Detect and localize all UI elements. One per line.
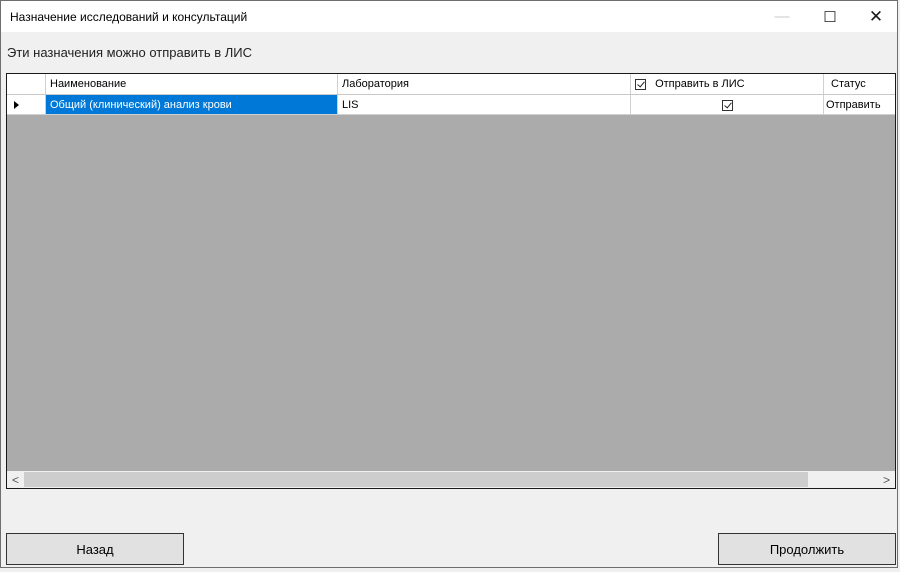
maximize-button[interactable]: ☐ xyxy=(807,1,853,32)
title-bar[interactable]: Назначение исследований и консультаций —… xyxy=(1,1,897,32)
horizontal-scrollbar[interactable]: < > xyxy=(7,471,895,488)
info-label: Эти назначения можно отправить в ЛИС xyxy=(7,45,253,60)
minimize-button[interactable]: — xyxy=(759,1,805,32)
column-header-name[interactable]: Наименование xyxy=(46,74,338,94)
grid-header: Наименование Лаборатория Отправить в ЛИС… xyxy=(7,74,895,95)
scroll-right-icon[interactable]: > xyxy=(878,471,895,488)
send-checkbox[interactable] xyxy=(721,99,733,111)
cell-name[interactable]: Общий (клинический) анализ крови xyxy=(46,95,338,115)
window-title: Назначение исследований и консультаций xyxy=(10,10,248,24)
column-header-status[interactable]: Статус xyxy=(824,74,895,94)
cell-send[interactable] xyxy=(631,95,824,115)
table-row[interactable]: Общий (клинический) анализ крови LIS Отп… xyxy=(7,95,895,115)
cell-lab[interactable]: LIS xyxy=(338,95,631,115)
current-row-arrow-icon xyxy=(14,101,19,109)
column-header-send-label: Отправить в ЛИС xyxy=(655,78,745,90)
back-button[interactable]: Назад xyxy=(6,533,184,565)
column-header-send[interactable]: Отправить в ЛИС xyxy=(631,74,824,94)
dialog-window: Назначение исследований и консультаций —… xyxy=(0,0,898,568)
scrollbar-thumb[interactable] xyxy=(24,472,808,487)
assignments-grid[interactable]: Наименование Лаборатория Отправить в ЛИС… xyxy=(6,73,896,489)
header-send-checkbox[interactable] xyxy=(635,78,646,90)
close-button[interactable]: ✕ xyxy=(853,1,899,32)
scroll-left-icon[interactable]: < xyxy=(7,471,24,488)
row-header[interactable] xyxy=(7,95,46,115)
row-header-corner xyxy=(7,74,46,94)
cell-status[interactable]: Отправить xyxy=(824,95,895,115)
continue-button[interactable]: Продолжить xyxy=(718,533,896,565)
column-header-lab[interactable]: Лаборатория xyxy=(338,74,631,94)
